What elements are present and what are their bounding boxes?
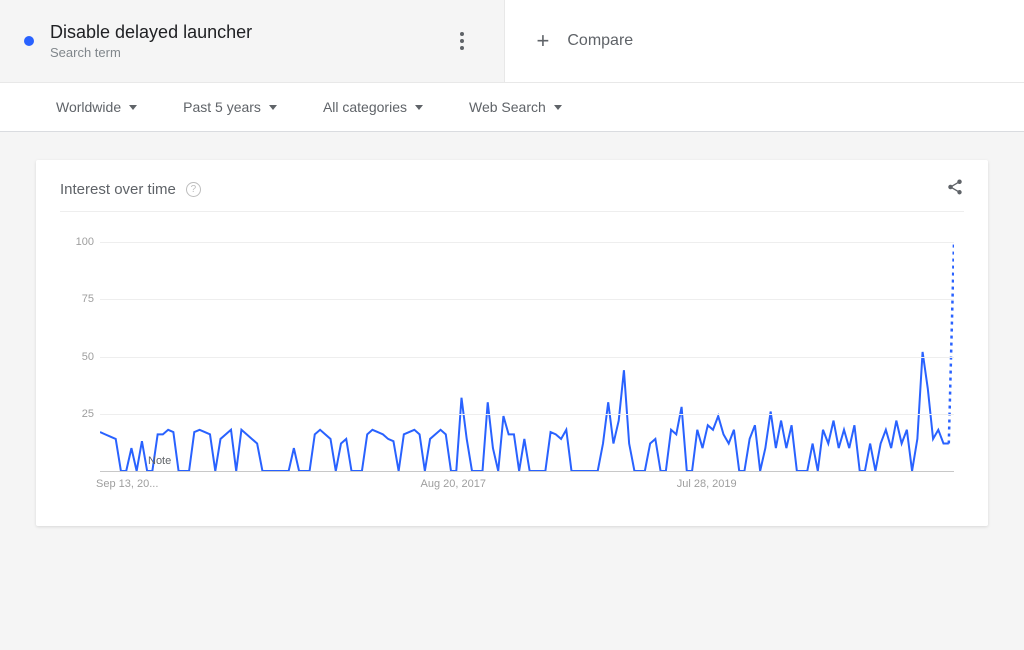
note-annotation: Note — [148, 455, 171, 467]
card-title: Interest over time — [60, 181, 176, 198]
y-tick: 100 — [64, 236, 94, 248]
plus-icon: + — [537, 30, 550, 52]
filter-category[interactable]: All categories — [323, 99, 423, 115]
y-tick: 50 — [64, 351, 94, 363]
chevron-down-icon — [554, 105, 562, 110]
search-term-card[interactable]: Disable delayed launcher Search term — [0, 0, 505, 82]
compare-label: Compare — [567, 32, 633, 50]
filter-time[interactable]: Past 5 years — [183, 99, 277, 115]
x-tick: Sep 13, 20... — [96, 478, 158, 490]
chevron-down-icon — [129, 105, 137, 110]
share-icon[interactable] — [946, 178, 964, 201]
filter-type-label: Web Search — [469, 99, 546, 115]
filter-type[interactable]: Web Search — [469, 99, 562, 115]
y-tick: 75 — [64, 293, 94, 305]
series-color-dot — [24, 36, 34, 46]
help-icon[interactable]: ? — [186, 182, 201, 197]
filter-region-label: Worldwide — [56, 99, 121, 115]
chevron-down-icon — [415, 105, 423, 110]
chevron-down-icon — [269, 105, 277, 110]
filter-category-label: All categories — [323, 99, 407, 115]
term-subtitle: Search term — [50, 45, 436, 60]
y-tick: 25 — [64, 408, 94, 420]
term-title: Disable delayed launcher — [50, 22, 436, 43]
add-compare-button[interactable]: + Compare — [505, 0, 1024, 82]
filter-time-label: Past 5 years — [183, 99, 261, 115]
interest-card: Interest over time ? Note 25 50 75 100 Sep … — [36, 160, 988, 526]
kebab-menu-icon[interactable] — [452, 24, 472, 58]
x-tick: Jul 28, 2019 — [677, 478, 737, 490]
line-chart: Note 255075100 Sep 13, 20...Aug 20, 2017… — [60, 242, 964, 502]
x-tick: Aug 20, 2017 — [421, 478, 486, 490]
filter-bar: Worldwide Past 5 years All categories We… — [0, 83, 1024, 132]
filter-region[interactable]: Worldwide — [56, 99, 137, 115]
